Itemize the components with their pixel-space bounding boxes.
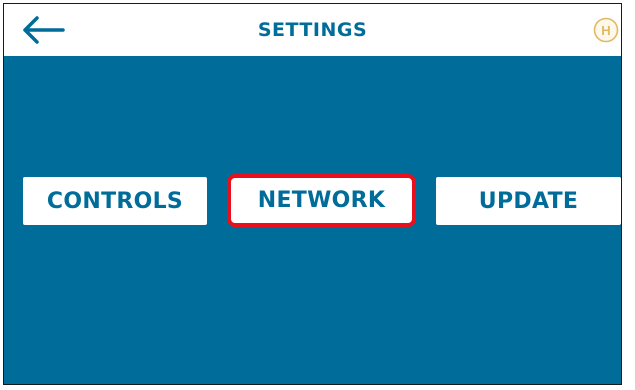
page-title: SETTINGS	[257, 19, 368, 41]
controls-button[interactable]: CONTROLS	[23, 177, 207, 225]
update-button-label: UPDATE	[478, 188, 579, 214]
update-button[interactable]: UPDATE	[436, 177, 621, 225]
network-button-label: NETWORK	[257, 188, 386, 213]
settings-content: CONTROLS NETWORK UPDATE	[4, 56, 621, 384]
header-bar: SETTINGS H	[4, 4, 621, 56]
home-icon-letter: H	[601, 23, 610, 38]
network-button[interactable]: NETWORK	[227, 174, 416, 227]
settings-screen: SETTINGS H CONTROLS NETWORK UPDATE	[3, 3, 622, 385]
h-circle-icon: H	[593, 17, 619, 43]
home-button[interactable]: H	[593, 17, 619, 43]
controls-button-label: CONTROLS	[46, 188, 184, 214]
